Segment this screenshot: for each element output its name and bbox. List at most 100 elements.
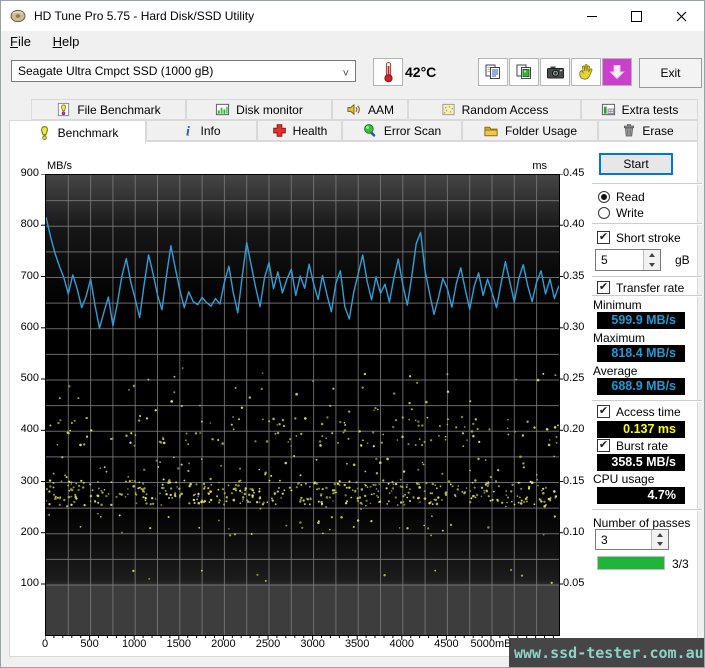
- transfer-rate-checkbox[interactable]: ✔: [597, 281, 610, 294]
- spinner-up-button[interactable]: [644, 250, 660, 260]
- y-right-axis-ticks: [559, 174, 563, 585]
- burst-rate-checkbox[interactable]: ✔: [597, 439, 610, 452]
- separator: [592, 295, 702, 297]
- camera-button[interactable]: [540, 58, 570, 86]
- x-axis-ticks: [45, 635, 554, 640]
- menu-help[interactable]: Help: [44, 31, 89, 52]
- short-stroke-size-value: 5: [601, 253, 608, 267]
- average-label: Average: [593, 364, 638, 378]
- short-stroke-size-spinner[interactable]: 5: [595, 249, 661, 271]
- tab-label: Info: [200, 123, 221, 138]
- tab-label: Disk monitor: [236, 102, 303, 117]
- close-button[interactable]: [659, 1, 704, 31]
- y-left-axis-unit: MB/s: [47, 160, 73, 172]
- watermark: www.ssd-tester.com.au: [509, 638, 704, 667]
- tab-erase[interactable]: Erase: [598, 120, 698, 141]
- trash-icon: [622, 123, 636, 138]
- write-radio[interactable]: [598, 207, 610, 219]
- drive-select[interactable]: Seagate Ultra Cmpct SSD (1000 gB) ˅: [11, 60, 356, 82]
- separator: [592, 223, 702, 225]
- tab-label: Error Scan: [383, 123, 442, 138]
- disk-monitor-icon: [215, 102, 230, 117]
- tab-random-access[interactable]: Random Access: [408, 99, 581, 120]
- temperature-value: 42°C: [405, 64, 437, 80]
- copy-text-icon: [484, 63, 502, 81]
- spinner-up-button[interactable]: [652, 530, 668, 540]
- read-radio[interactable]: [598, 191, 610, 203]
- passes-value: 3: [601, 533, 608, 547]
- spinner-down-button[interactable]: [644, 260, 660, 270]
- error-scan-icon: [363, 123, 378, 138]
- tab-error-scan[interactable]: Error Scan: [342, 120, 462, 141]
- grid-lines: [46, 175, 559, 635]
- y-left-tick-label: 200: [20, 525, 39, 538]
- short-stroke-checkbox[interactable]: ✔: [597, 231, 610, 244]
- tab-info[interactable]: i Info: [146, 120, 257, 141]
- tab-file-benchmark[interactable]: File Benchmark: [31, 99, 186, 120]
- tab-label: Folder Usage: [504, 123, 578, 138]
- random-access-icon: [441, 102, 456, 117]
- y-right-tick-label: 0.10: [563, 525, 585, 538]
- minimum-value: 599.9 MB/s: [597, 312, 685, 329]
- y-right-axis-unit: ms: [532, 160, 547, 172]
- copy-image-button[interactable]: [509, 58, 539, 86]
- info-icon: i: [182, 123, 194, 138]
- maximize-icon: [631, 10, 642, 22]
- tab-label: AAM: [367, 102, 394, 117]
- separator: [592, 400, 702, 402]
- y-right-tick-label: 0.25: [563, 372, 585, 384]
- window-title: HD Tune Pro 5.75 - Hard Disk/SSD Utility: [34, 9, 255, 23]
- menu-file[interactable]: File: [1, 31, 40, 52]
- svg-text:i: i: [187, 124, 191, 138]
- download-button[interactable]: [602, 58, 632, 86]
- temperature-button[interactable]: [373, 58, 403, 86]
- tab-benchmark[interactable]: Benchmark: [9, 120, 146, 144]
- speaker-icon: [346, 102, 362, 117]
- tab-label: Random Access: [461, 102, 549, 117]
- tab-disk-monitor[interactable]: Disk monitor: [186, 99, 332, 120]
- file-benchmark-icon: [56, 102, 71, 117]
- y-right-tick-label: 0.20: [563, 423, 585, 436]
- copy-text-button[interactable]: [478, 58, 508, 86]
- minimum-label: Minimum: [593, 298, 642, 312]
- y-left-tick-label: 900: [20, 167, 39, 179]
- hands-button[interactable]: [571, 58, 601, 86]
- toolbar: Seagate Ultra Cmpct SSD (1000 gB) ˅ 42°C…: [1, 53, 704, 98]
- minimize-button[interactable]: [569, 1, 614, 31]
- read-speed-line: [46, 216, 559, 329]
- close-icon: [676, 11, 687, 21]
- title-bar: HD Tune Pro 5.75 - Hard Disk/SSD Utility: [1, 1, 704, 31]
- access-time-checkbox[interactable]: ✔: [597, 405, 610, 418]
- download-icon: [608, 63, 626, 81]
- minimize-icon: [586, 15, 597, 17]
- exit-button[interactable]: Exit: [639, 58, 702, 88]
- passes-spinner[interactable]: 3: [595, 529, 669, 550]
- tab-label: Benchmark: [57, 125, 119, 140]
- transfer-rate-label: Transfer rate: [616, 281, 685, 295]
- tab-label: Health: [292, 123, 328, 138]
- short-stroke-label: Short stroke: [616, 231, 681, 245]
- burst-rate-label: Burst rate: [616, 439, 669, 453]
- y-left-tick-label: 400: [20, 423, 39, 436]
- tab-aam[interactable]: AAM: [332, 99, 408, 120]
- spinner-down-button[interactable]: [652, 539, 668, 549]
- y-left-tick-label: 100: [20, 577, 39, 589]
- access-time-value: 0.137 ms: [597, 421, 685, 438]
- camera-icon: [546, 64, 565, 80]
- y-left-tick-label: 500: [20, 372, 39, 384]
- cpu-usage-label: CPU usage: [593, 472, 655, 486]
- write-label: Write: [616, 206, 644, 220]
- y-left-tick-label: 300: [20, 474, 39, 487]
- tab-folder-usage[interactable]: Folder Usage: [462, 120, 598, 141]
- start-button[interactable]: Start: [599, 153, 673, 175]
- y-right-tick-label: 0.05: [563, 577, 585, 589]
- tab-health[interactable]: Health: [257, 120, 342, 141]
- tab-extra-tests[interactable]: Extra tests: [581, 99, 698, 120]
- extra-tests-icon: [601, 102, 616, 117]
- passes-progress-text: 3/3: [672, 557, 689, 571]
- thermometer-icon: [383, 62, 393, 83]
- hands-icon: [577, 63, 595, 81]
- chevron-down-icon: ˅: [342, 68, 349, 80]
- tab-label: File Benchmark: [77, 102, 161, 117]
- maximize-button[interactable]: [614, 1, 659, 31]
